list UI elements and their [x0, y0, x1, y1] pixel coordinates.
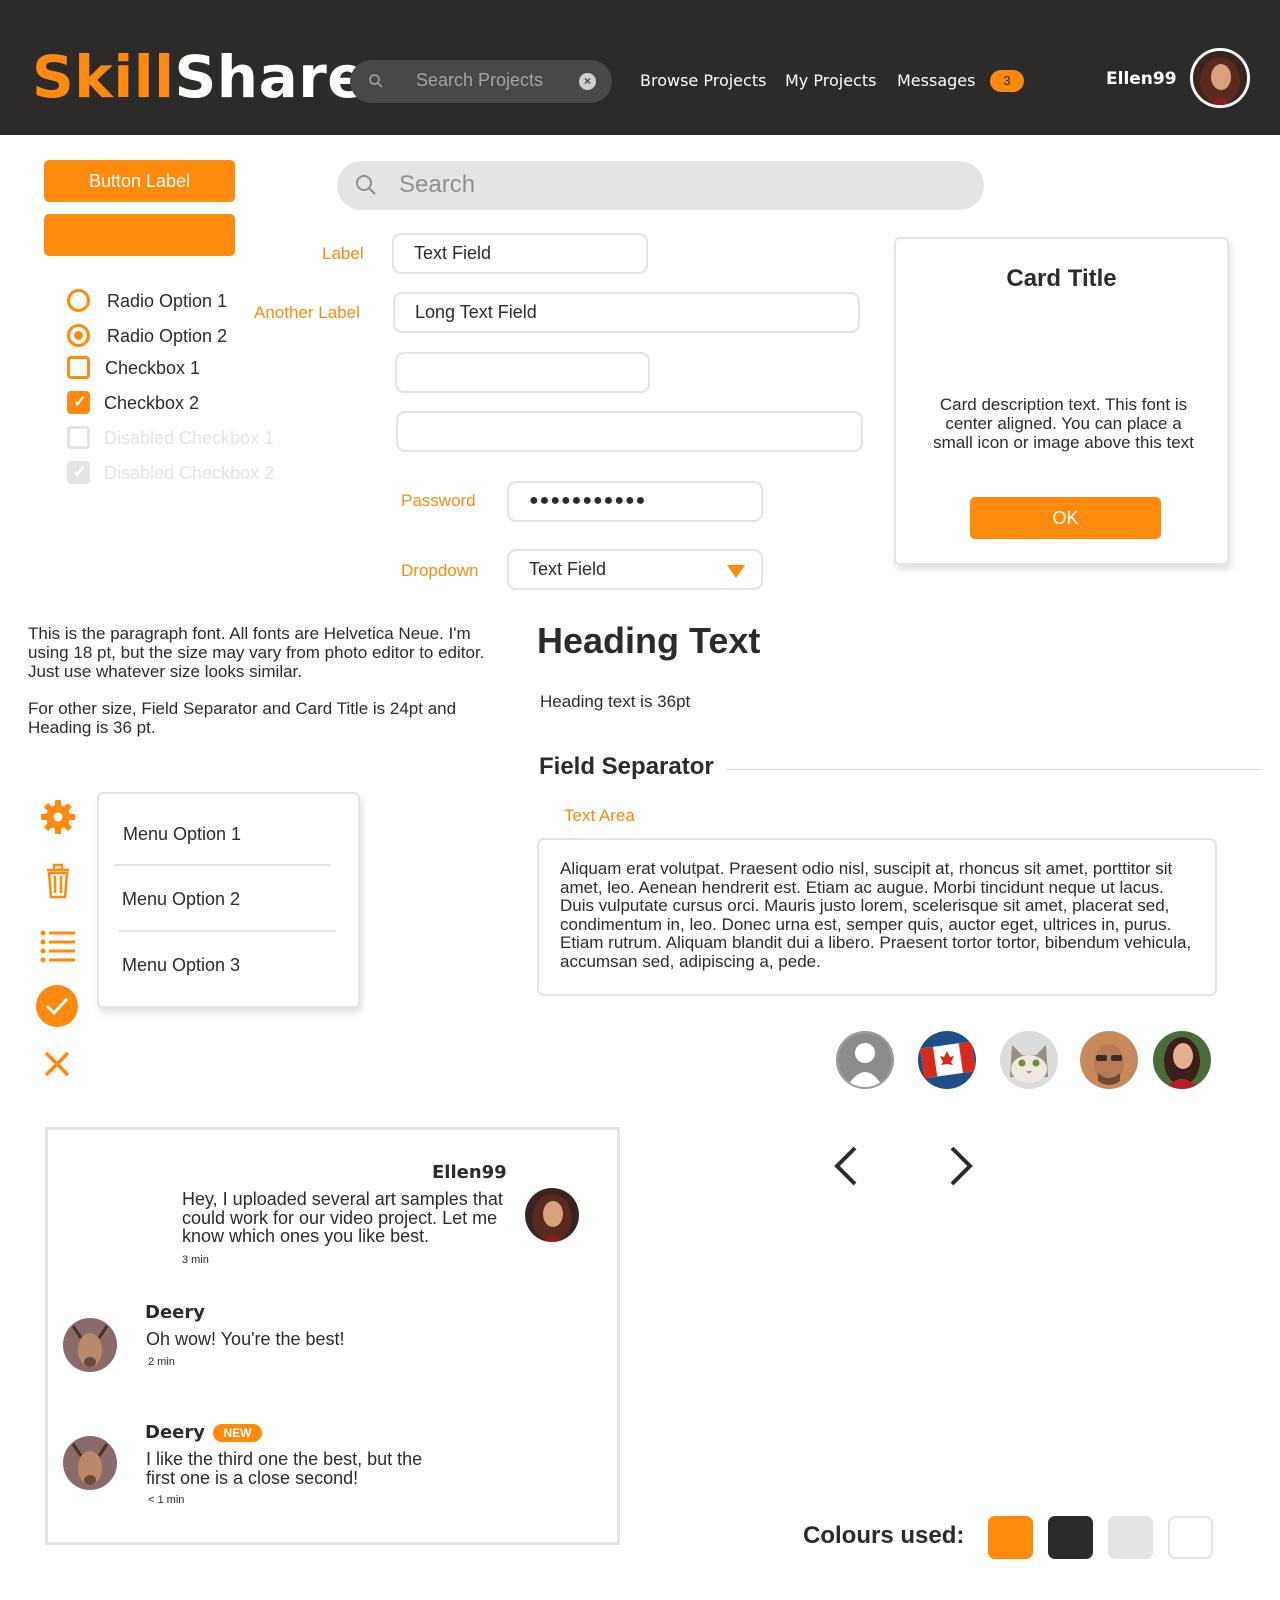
paragraph-text: This is the paragraph font. All fonts ar… [28, 624, 498, 737]
checkbox-2[interactable]: ✓ [67, 391, 90, 414]
long-text-field[interactable]: Long Text Field [393, 292, 860, 333]
dropdown-value: Text Field [529, 559, 607, 579]
clear-icon[interactable]: × [579, 73, 596, 90]
colours-used-label: Colours used: [803, 1522, 965, 1549]
man-sunglasses-avatar[interactable] [1080, 1031, 1138, 1089]
dropdown-menu: Menu Option 1 Menu Option 2 Menu Option … [97, 792, 360, 1008]
empty-long-text-field[interactable] [396, 411, 863, 452]
chat-panel: Ellen99 Hey, I uploaded several art samp… [45, 1127, 620, 1545]
sender-avatar [525, 1188, 579, 1242]
text-area[interactable]: Aliquam erat volutpat. Praesent odio nis… [537, 838, 1217, 996]
nav-my-projects[interactable]: My Projects [785, 70, 876, 92]
chat-sender-name: Deery [145, 1302, 205, 1323]
checkbox-2-label: Checkbox 2 [104, 393, 200, 413]
checkbox-1[interactable] [67, 356, 90, 379]
card: Card Title Card description text. This f… [894, 237, 1229, 565]
secondary-button[interactable] [44, 214, 235, 256]
paragraph-2: For other size, Field Separator and Card… [28, 699, 457, 737]
search-icon [356, 175, 376, 195]
disabled-checkbox-1 [67, 426, 90, 449]
card-ok-button[interactable]: OK [970, 497, 1161, 539]
dropdown-label: Dropdown [401, 561, 479, 580]
user-avatar[interactable] [1190, 48, 1250, 108]
list-icon[interactable] [38, 925, 78, 965]
heading-text: Heading Text [537, 620, 761, 661]
header-search-input[interactable]: Search Projects × [350, 60, 612, 103]
messages-count-badge: 3 [990, 70, 1024, 92]
field-label: Label [322, 244, 364, 263]
menu-option-1[interactable]: Menu Option 1 [123, 824, 241, 845]
dropdown-select[interactable]: Text Field [507, 549, 763, 590]
chat-message-text: I like the third one the best, but the f… [146, 1449, 423, 1488]
username[interactable]: Ellen99 [1106, 69, 1177, 89]
empty-text-field[interactable] [395, 352, 650, 393]
swatch-dark [1048, 1516, 1093, 1559]
password-field[interactable]: ●●●●●●●●●●● [507, 481, 763, 522]
swatch-white [1168, 1516, 1213, 1559]
chat-message-text: Oh wow! You're the best! [146, 1329, 345, 1349]
nav-browse-projects[interactable]: Browse Projects [640, 70, 766, 92]
menu-option-3[interactable]: Menu Option 3 [122, 955, 240, 976]
deery-avatar [63, 1318, 117, 1372]
default-user-avatar[interactable] [836, 1031, 894, 1089]
chevron-right-icon[interactable] [948, 1145, 974, 1187]
text-area-label: Text Area [564, 806, 635, 825]
check-icon: ✓ [73, 394, 87, 411]
dropdown-arrow-icon [727, 565, 745, 578]
card-description: Card description text. This font is cent… [933, 395, 1194, 452]
logo[interactable]: SkillShare [32, 42, 367, 112]
swatch-orange [988, 1516, 1033, 1559]
chevron-left-icon[interactable] [833, 1145, 859, 1187]
search-placeholder: Search Projects [416, 70, 544, 90]
menu-option-2[interactable]: Menu Option 2 [122, 889, 240, 910]
radio-option-2-label: Radio Option 2 [107, 326, 228, 346]
another-field-label: Another Label [254, 303, 360, 322]
checkbox-1-label: Checkbox 1 [105, 358, 201, 378]
chat-message-time: 3 min [182, 1254, 209, 1266]
check-icon: ✓ [73, 464, 87, 481]
field-separator-title: Field Separator [539, 753, 714, 780]
gear-icon[interactable] [38, 797, 78, 837]
search-placeholder: Search [399, 171, 476, 198]
field-separator-line [726, 769, 1262, 770]
nav-messages[interactable]: Messages [897, 70, 975, 92]
canada-flag-avatar[interactable] [918, 1031, 976, 1089]
disabled-checkbox-1-label: Disabled Checkbox 1 [104, 428, 275, 448]
search-icon [369, 74, 383, 88]
menu-divider [119, 930, 336, 932]
check-circle-icon[interactable] [36, 985, 78, 1027]
primary-button[interactable]: Button Label [44, 160, 235, 202]
card-title: Card Title [1006, 265, 1117, 292]
search-input[interactable]: Search [337, 161, 984, 210]
menu-divider [114, 864, 331, 866]
heading-note: Heading text is 36pt [540, 692, 691, 711]
paragraph-1: This is the paragraph font. All fonts ar… [28, 624, 485, 681]
woman-avatar[interactable] [1153, 1031, 1211, 1089]
cat-avatar[interactable] [1000, 1031, 1058, 1089]
chat-message-time: 2 min [148, 1356, 175, 1368]
chat-sender-name: Ellen99 [432, 1162, 507, 1183]
radio-option-2[interactable] [67, 324, 90, 347]
radio-option-1[interactable] [67, 289, 90, 312]
chat-message-text: Hey, I uploaded several art samples that… [182, 1189, 503, 1246]
password-label: Password [401, 491, 476, 510]
new-badge: NEW [213, 1424, 262, 1442]
chat-sender-name: Deery [145, 1422, 205, 1443]
disabled-checkbox-2: ✓ [67, 461, 90, 484]
trash-icon[interactable] [38, 861, 78, 901]
disabled-checkbox-2-label: Disabled Checkbox 2 [104, 463, 275, 483]
text-field[interactable]: Text Field [392, 233, 648, 274]
chat-message-time: < 1 min [148, 1494, 185, 1506]
radio-option-1-label: Radio Option 1 [107, 291, 228, 311]
close-icon[interactable] [43, 1050, 71, 1078]
swatch-light-gray [1108, 1516, 1153, 1559]
deery-avatar [63, 1436, 117, 1490]
